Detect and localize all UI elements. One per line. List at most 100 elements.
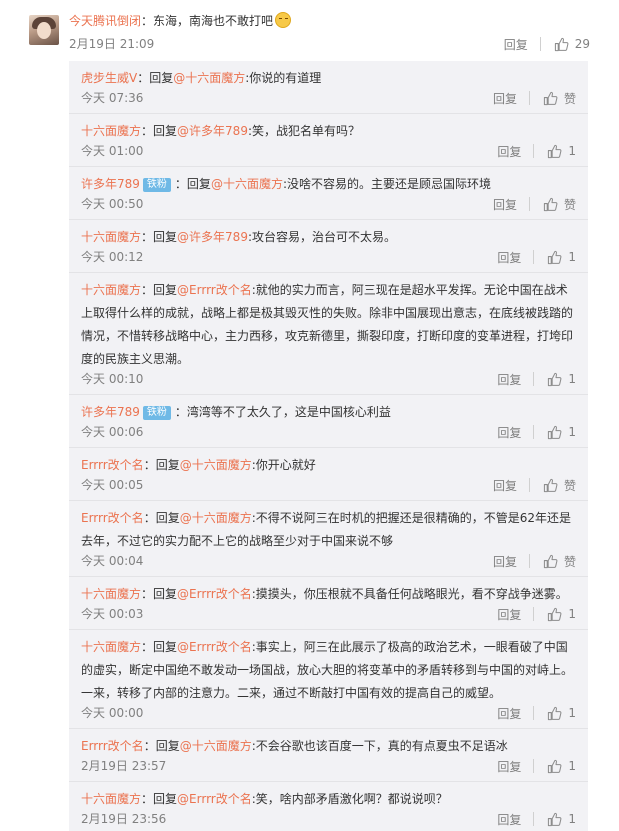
reply-body: 十六面魔方：回复@Errrr改个名:摸摸头，你压根就不具备任何战略眼光，看不穿战… bbox=[81, 587, 568, 601]
reply-time: 今天 00:05 bbox=[81, 478, 144, 492]
reply-content: ：湾湾等不了太久了，这是中国核心利益 bbox=[174, 405, 391, 419]
reply-mention[interactable]: @Errrr改个名 bbox=[177, 587, 252, 601]
reply-mention[interactable]: @Errrr改个名 bbox=[177, 640, 252, 654]
reply-item: 十六面魔方：回复@Errrr改个名:就他的实力而言，阿三现在是超水平发挥。无论中… bbox=[69, 273, 588, 395]
top-comment-time: 2月19日 21:09 bbox=[69, 37, 155, 51]
thumbs-up-icon[interactable] bbox=[543, 197, 558, 212]
action-divider bbox=[528, 554, 530, 568]
reply-item: Errrr改个名：回复@十六面魔方:不会谷歌也该百度一下，真的有点夏虫不足语冰 … bbox=[69, 729, 588, 782]
thumbs-up-icon[interactable] bbox=[547, 759, 562, 774]
reply-actions: 回复 1 bbox=[497, 810, 576, 828]
reply-author[interactable]: 许多年789 bbox=[81, 405, 140, 419]
thinking-face-icon bbox=[275, 12, 292, 28]
reply-body: 十六面魔方：回复@许多年789:攻台容易，治台可不太易。 bbox=[81, 230, 396, 244]
reply-author[interactable]: Errrr改个名 bbox=[81, 511, 144, 525]
thumbs-up-icon[interactable] bbox=[543, 554, 558, 569]
reply-button[interactable]: 回复 bbox=[497, 249, 521, 266]
like-count: 1 bbox=[568, 250, 576, 264]
action-divider bbox=[533, 706, 535, 720]
reply-button[interactable]: 回复 bbox=[493, 477, 517, 494]
reply-button[interactable]: 回复 bbox=[497, 371, 521, 388]
reply-mention[interactable]: @十六面魔方 bbox=[173, 71, 245, 85]
reply-mention[interactable]: @许多年789 bbox=[177, 124, 248, 138]
like-count: 赞 bbox=[563, 91, 576, 106]
reply-button[interactable]: 回复 bbox=[493, 553, 517, 570]
reply-mention[interactable]: @十六面魔方 bbox=[180, 511, 252, 525]
reply-actions: 回复 赞 bbox=[493, 195, 576, 213]
action-divider bbox=[533, 812, 535, 826]
thumbs-up-icon[interactable] bbox=[547, 372, 562, 387]
reply-item: Errrr改个名：回复@十六面魔方:不得不说阿三在时机的把握还是很精确的，不管是… bbox=[69, 501, 588, 577]
action-divider bbox=[533, 425, 535, 439]
reply-time: 今天 00:10 bbox=[81, 372, 144, 386]
reply-button[interactable]: 回复 bbox=[493, 196, 517, 213]
reply-author[interactable]: Errrr改个名 bbox=[81, 739, 144, 753]
top-comment-username[interactable]: 今天腾讯倒闭 bbox=[69, 14, 141, 28]
action-divider bbox=[539, 37, 541, 51]
action-divider bbox=[533, 372, 535, 386]
reply-mention[interactable]: @十六面魔方 bbox=[180, 739, 252, 753]
reply-body: Errrr改个名：回复@十六面魔方:你开心就好 bbox=[81, 458, 316, 472]
action-divider bbox=[528, 91, 530, 105]
reply-time: 今天 01:00 bbox=[81, 144, 144, 158]
reply-time: 今天 00:12 bbox=[81, 250, 144, 264]
reply-time: 2月19日 23:56 bbox=[81, 812, 167, 826]
reply-mention[interactable]: @Errrr改个名 bbox=[177, 792, 252, 806]
reply-item: 十六面魔方：回复@许多年789:笑，战犯名单有吗？ 今天 01:00 回复 1 bbox=[69, 114, 588, 167]
thumbs-up-icon[interactable] bbox=[547, 812, 562, 827]
reply-author[interactable]: 十六面魔方 bbox=[81, 792, 141, 806]
fan-badge: 铁粉 bbox=[142, 406, 171, 420]
action-divider bbox=[533, 607, 535, 621]
reply-button[interactable]: 回复 bbox=[497, 424, 521, 441]
reply-button[interactable]: 回复 bbox=[493, 90, 517, 107]
reply-author[interactable]: Errrr改个名 bbox=[81, 458, 144, 472]
thumbs-up-icon[interactable] bbox=[547, 144, 562, 159]
reply-body: 虎步生威V：回复@十六面魔方:你说的有道理 bbox=[81, 71, 322, 85]
reply-body: 十六面魔方：回复@Errrr改个名:笑，啥内部矛盾激化啊？都说说呗？ bbox=[81, 792, 448, 806]
thumbs-up-icon[interactable] bbox=[547, 425, 562, 440]
reply-author[interactable]: 虎步生威V bbox=[81, 71, 137, 85]
reply-author[interactable]: 十六面魔方 bbox=[81, 587, 141, 601]
like-count: 1 bbox=[568, 607, 576, 621]
reply-actions: 回复 1 bbox=[497, 248, 576, 266]
reply-button[interactable]: 回复 bbox=[497, 705, 521, 722]
reply-item: 许多年789 铁粉 ：湾湾等不了太久了，这是中国核心利益 今天 00:06 回复 1 bbox=[69, 395, 588, 448]
reply-author[interactable]: 十六面魔方 bbox=[81, 640, 141, 654]
reply-item: Errrr改个名：回复@十六面魔方:你开心就好 今天 00:05 回复 赞 bbox=[69, 448, 588, 501]
reply-author[interactable]: 十六面魔方 bbox=[81, 124, 141, 138]
thumbs-up-icon[interactable] bbox=[543, 91, 558, 106]
thumbs-up-icon[interactable] bbox=[547, 250, 562, 265]
reply-button[interactable]: 回复 bbox=[504, 36, 528, 53]
reply-mention[interactable]: @十六面魔方 bbox=[180, 458, 252, 472]
thumbs-up-icon[interactable] bbox=[547, 706, 562, 721]
top-comment-actions: 回复 29 bbox=[504, 35, 590, 53]
reply-content: :没啥不容易的。主要还是顾忌国际环境 bbox=[282, 177, 491, 191]
reply-button[interactable]: 回复 bbox=[497, 143, 521, 160]
reply-author[interactable]: 许多年789 bbox=[81, 177, 140, 191]
thumbs-up-icon[interactable] bbox=[554, 37, 569, 52]
thumbs-up-icon[interactable] bbox=[547, 607, 562, 622]
reply-time: 今天 00:04 bbox=[81, 554, 144, 568]
reply-content: :攻台容易，治台可不太易。 bbox=[247, 230, 396, 244]
reply-button[interactable]: 回复 bbox=[497, 758, 521, 775]
reply-mention[interactable]: @许多年789 bbox=[177, 230, 248, 244]
thumbs-up-icon[interactable] bbox=[543, 478, 558, 493]
reply-button[interactable]: 回复 bbox=[497, 811, 521, 828]
reply-actions: 回复 1 bbox=[497, 605, 576, 623]
reply-item: 十六面魔方：回复@Errrr改个名:事实上，阿三在此展示了极高的政治艺术，一眼看… bbox=[69, 630, 588, 729]
reply-body: Errrr改个名：回复@十六面魔方:不会谷歌也该百度一下，真的有点夏虫不足语冰 bbox=[81, 739, 508, 753]
top-comment: 今天腾讯倒闭：东海，南海也不敢打吧 2月19日 21:09 回复 29 bbox=[0, 0, 619, 61]
reply-author[interactable]: 十六面魔方 bbox=[81, 230, 141, 244]
reply-actions: 回复 1 bbox=[497, 142, 576, 160]
reply-mention[interactable]: @Errrr改个名 bbox=[177, 283, 252, 297]
reply-actions: 回复 赞 bbox=[493, 476, 576, 494]
reply-button[interactable]: 回复 bbox=[497, 606, 521, 623]
avatar[interactable] bbox=[29, 15, 59, 45]
reply-body: Errrr改个名：回复@十六面魔方:不得不说阿三在时机的把握还是很精确的，不管是… bbox=[81, 511, 572, 548]
reply-content: :你说的有道理 bbox=[245, 71, 322, 85]
like-count: 29 bbox=[574, 37, 590, 51]
reply-mention[interactable]: @十六面魔方 bbox=[211, 177, 283, 191]
reply-actions: 回复 1 bbox=[497, 370, 576, 388]
reply-actions: 回复 1 bbox=[497, 704, 576, 722]
reply-author[interactable]: 十六面魔方 bbox=[81, 283, 141, 297]
